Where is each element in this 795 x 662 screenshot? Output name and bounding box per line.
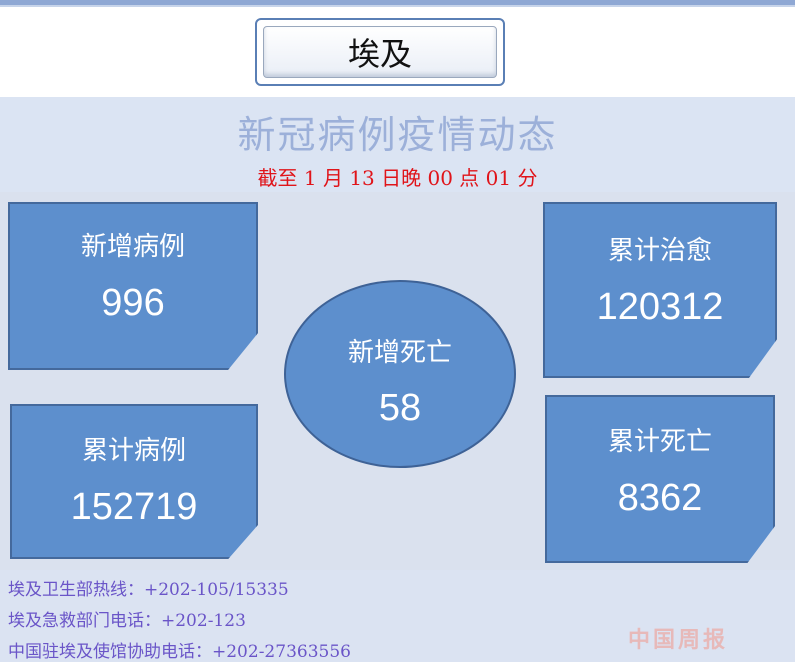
page-heading: 新冠病例疫情动态 [237, 113, 558, 157]
update-time: 截至 1 月 13 日晚 00 点 01 分 [257, 166, 538, 190]
total-deaths-label: 累计死亡 [607, 427, 712, 457]
country-title: 埃及 [263, 26, 497, 78]
new-deaths-label: 新增死亡 [347, 338, 452, 368]
embassy-phone: 中国驻埃及使馆协助电话：+202-27363556 [8, 642, 351, 662]
new-cases-card: 新增病例 996 [8, 202, 258, 370]
top-rule-shadow [0, 5, 795, 7]
recovered-card: 累计治愈 120312 [543, 202, 777, 378]
new-deaths-value: 58 [378, 387, 422, 429]
health-hotline: 埃及卫生部热线：+202-105/15335 [8, 580, 289, 600]
emergency-phone: 埃及急救部门电话：+202-123 [8, 611, 246, 631]
title-box: 埃及 [255, 18, 505, 86]
total-cases-card: 累计病例 152719 [10, 404, 258, 559]
recovered-value: 120312 [596, 286, 724, 328]
total-deaths-card: 累计死亡 8362 [545, 395, 775, 563]
new-deaths-circle: 新增死亡 58 [284, 280, 516, 468]
new-cases-label: 新增病例 [80, 232, 185, 262]
new-cases-value: 996 [101, 282, 165, 324]
total-deaths-value: 8362 [617, 477, 703, 519]
watermark-logo: 中国周报 [628, 627, 729, 653]
total-cases-value: 152719 [70, 486, 198, 528]
total-cases-label: 累计病例 [81, 436, 186, 466]
recovered-label: 累计治愈 [607, 236, 712, 266]
